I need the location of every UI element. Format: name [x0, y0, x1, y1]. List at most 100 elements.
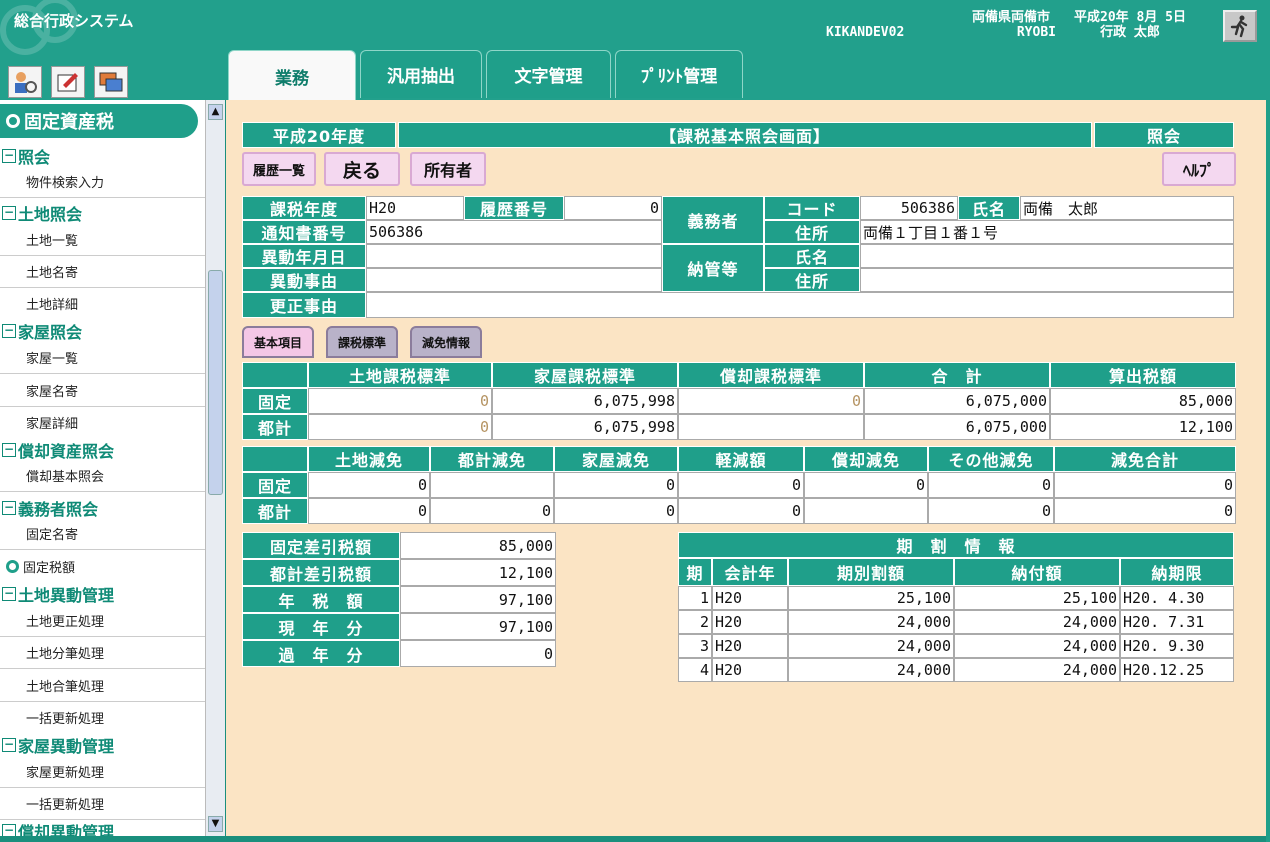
scroll-down-icon[interactable]: ▼: [208, 816, 223, 832]
collapse-icon: −: [2, 148, 16, 163]
header-date-user: 平成20年 8月 5日 行政 太郎: [1050, 10, 1210, 40]
column-header: 納付額: [954, 558, 1120, 586]
era-year: 平成20年度: [242, 122, 396, 148]
table-cell: 1: [678, 586, 712, 610]
windows-icon[interactable]: [94, 66, 128, 98]
sidebar-item-bulk-update-2[interactable]: 一括更新処理: [26, 794, 104, 813]
table-cell: H20: [712, 634, 788, 658]
correction-reason-label: 更正事由: [242, 292, 366, 318]
app-header: 総合行政システム 両備県両備市 KIKANDEV02 RYOBI 平成20年 8月…: [0, 0, 1270, 102]
table-cell: 6,075,000: [864, 414, 1050, 440]
sidebar-item-bulk-update[interactable]: 一括更新処理: [26, 708, 104, 727]
summary-label: 年 税 額: [242, 586, 400, 613]
sidebar-item-depreciable-basic[interactable]: 償却基本照会: [26, 466, 104, 485]
collapse-icon: −: [2, 586, 16, 601]
table-cell: 24,000: [954, 658, 1120, 682]
sidebar-group-land-change[interactable]: − 土地異動管理: [2, 582, 114, 606]
sidebar-item-house-list[interactable]: 家屋一覧: [26, 348, 78, 367]
table-cell: H20: [712, 586, 788, 610]
tab-business[interactable]: 業務: [228, 50, 356, 102]
table-cell: 24,000: [788, 610, 954, 634]
summary-label: 固定差引税額: [242, 532, 400, 559]
column-header: 期: [678, 558, 712, 586]
table-cell: 0: [554, 498, 678, 524]
table-cell: 6,075,998: [492, 414, 678, 440]
column-header: その他減免: [928, 446, 1054, 472]
sidebar-group-house-change[interactable]: − 家屋異動管理: [2, 733, 114, 757]
sidebar-item-land-detail[interactable]: 土地詳細: [26, 294, 78, 313]
edit-form-icon[interactable]: [51, 66, 85, 98]
sidebar-group-inquiry[interactable]: − 照会: [2, 144, 50, 168]
table-cell: 85,000: [1050, 388, 1236, 414]
help-button[interactable]: ﾍﾙﾌﾟ: [1162, 152, 1236, 186]
change-date-field: [366, 244, 662, 268]
table-cell: 24,000: [954, 610, 1120, 634]
back-button[interactable]: 戻る: [324, 152, 400, 186]
mode-label: 照会: [1094, 122, 1234, 148]
sidebar: 固定資産税 − 照会 物件検索入力 − 土地照会 土地一覧 土地名寄 土地詳細 − 家…: [0, 100, 210, 836]
radio-icon: [6, 114, 20, 128]
sidebar-group-obligor-inquiry[interactable]: − 義務者照会: [2, 496, 98, 520]
collapse-icon: −: [2, 737, 16, 752]
table-cell: H20: [712, 610, 788, 634]
tab-print-management[interactable]: ﾌﾟﾘﾝﾄ管理: [615, 50, 743, 98]
sidebar-item-land-register[interactable]: 土地名寄: [26, 262, 78, 281]
sidebar-scrollbar[interactable]: ▲ ▼: [205, 100, 225, 836]
notice-no-label: 通知書番号: [242, 220, 366, 244]
sidebar-item-fixed-register[interactable]: 固定名寄: [26, 524, 78, 543]
sidebar-group-house-inquiry[interactable]: − 家屋照会: [2, 319, 82, 343]
subtab-tax-standard[interactable]: 課税標準: [326, 326, 398, 358]
subtab-basic-items[interactable]: 基本項目: [242, 326, 314, 358]
column-header: 軽減額: [678, 446, 804, 472]
app-title: 総合行政システム: [14, 12, 134, 30]
tab-general-extract[interactable]: 汎用抽出: [360, 50, 482, 98]
tab-character-management[interactable]: 文字管理: [486, 50, 611, 98]
scrollbar-thumb[interactable]: [208, 270, 223, 495]
row-label: 固定: [242, 388, 308, 414]
owner-button[interactable]: 所有者: [410, 152, 486, 186]
sidebar-item-house-update[interactable]: 家屋更新処理: [26, 762, 104, 781]
collapse-icon: −: [2, 500, 16, 515]
manager-name-label: 氏名: [764, 244, 860, 268]
table-cell: 0: [804, 472, 928, 498]
collapse-icon: −: [2, 442, 16, 457]
sidebar-item-land-subdivide[interactable]: 土地分筆処理: [26, 643, 104, 662]
header-location: 両備県両備市 KIKANDEV02 RYOBI: [826, 10, 1056, 40]
name-field: 両備 太郎: [1020, 196, 1234, 220]
table-cell: 0: [678, 472, 804, 498]
sidebar-item-land-merge[interactable]: 土地合筆処理: [26, 676, 104, 695]
sidebar-item-house-detail[interactable]: 家屋詳細: [26, 413, 78, 432]
column-header: 会計年: [712, 558, 788, 586]
summary-label: 過 年 分: [242, 640, 400, 667]
exit-icon: [1230, 15, 1248, 38]
sidebar-group-depreciable-change[interactable]: − 償却異動管理: [2, 819, 114, 836]
sidebar-item-property-search[interactable]: 物件検索入力: [26, 172, 104, 191]
user-settings-icon[interactable]: [8, 66, 42, 98]
sidebar-group-depreciable-inquiry[interactable]: − 償却資産照会: [2, 438, 114, 462]
sidebar-group-land-inquiry[interactable]: − 土地照会: [2, 201, 82, 225]
address-field: 両備１丁目１番１号: [860, 220, 1234, 244]
summary-value: 0: [400, 640, 556, 667]
scroll-up-icon[interactable]: ▲: [208, 104, 223, 120]
column-header: 土地減免: [308, 446, 430, 472]
table-cell: H20: [712, 658, 788, 682]
sidebar-item-land-list[interactable]: 土地一覧: [26, 230, 78, 249]
table-cell: 0: [308, 388, 492, 414]
sidebar-item-house-register[interactable]: 家屋名寄: [26, 381, 78, 400]
history-no-field: 0: [564, 196, 662, 220]
history-list-button[interactable]: 履歴一覧: [242, 152, 316, 186]
collapse-icon: −: [2, 323, 16, 338]
sidebar-title[interactable]: 固定資産税: [0, 104, 198, 138]
sidebar-item-land-correction[interactable]: 土地更正処理: [26, 611, 104, 630]
terminal-id: KIKANDEV02: [826, 25, 905, 40]
table-cell: 24,000: [954, 634, 1120, 658]
table-corner: [242, 446, 308, 472]
table-cell: [678, 414, 864, 440]
obligor-label: 義務者: [662, 196, 764, 244]
collapse-icon: −: [2, 823, 16, 836]
exit-button[interactable]: [1223, 10, 1257, 42]
subtab-reduction-info[interactable]: 減免情報: [410, 326, 482, 358]
column-header: 償却課税標準: [678, 362, 864, 388]
column-header: 都計減免: [430, 446, 554, 472]
sidebar-item-fixed-tax-amount[interactable]: 固定税額: [6, 557, 75, 576]
